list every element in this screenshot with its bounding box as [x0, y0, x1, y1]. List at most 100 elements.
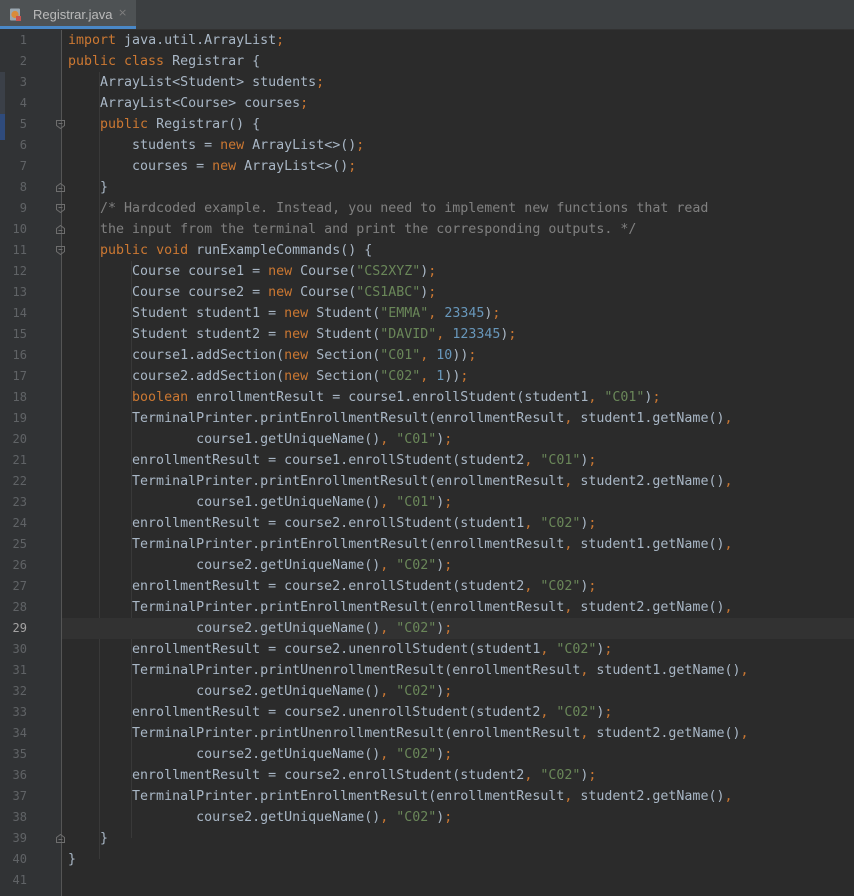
code-line[interactable]: 41: [13, 870, 854, 891]
code-text: Student student2 = new Student("DAVID", …: [68, 324, 516, 345]
code-token: ;: [604, 642, 613, 657]
code-line[interactable]: 8 }: [20, 177, 854, 198]
code-line[interactable]: 24 enrollmentResult = course2.enrollStud…: [13, 513, 854, 534]
code-line[interactable]: 10 the input from the terminal and print…: [13, 219, 854, 240]
code-line[interactable]: 4 ArrayList<Course> courses;: [20, 93, 854, 114]
code-token: ,: [540, 705, 557, 720]
code-editor[interactable]: 1 import java.util.ArrayList; 2 public clas…: [13, 30, 854, 896]
fold-end-icon[interactable]: [56, 183, 65, 192]
line-number: 19: [12, 411, 27, 425]
code-token: "CS1ABC": [356, 285, 421, 300]
line-number: 7: [19, 159, 27, 173]
code-line[interactable]: 7 courses = new ArrayList<>();: [20, 156, 854, 177]
code-line[interactable]: 22 TerminalPrinter.printEnrollmentResult…: [13, 471, 854, 492]
line-number: 38: [12, 810, 27, 824]
code-text: students = new ArrayList<>();: [68, 135, 364, 156]
code-token: ,: [724, 411, 733, 426]
code-line[interactable]: 15 Student student2 = new Student("DAVID…: [13, 324, 854, 345]
code-token: java.util.ArrayList: [116, 33, 277, 48]
code-text: /* Hardcoded example. Instead, you need …: [68, 198, 708, 219]
line-number: 33: [12, 705, 27, 719]
code-token: new: [268, 264, 293, 279]
fold-collapse-icon[interactable]: [56, 246, 65, 255]
tab-registrar-java[interactable]: Registrar.java ×: [0, 0, 136, 29]
code-line[interactable]: 31 TerminalPrinter.printUnenrollmentResu…: [13, 660, 854, 681]
code-line[interactable]: 25 TerminalPrinter.printEnrollmentResult…: [13, 534, 854, 555]
code-line[interactable]: 12 Course course1 = new Course("CS2XYZ")…: [13, 261, 854, 282]
code-token: ;: [428, 285, 437, 300]
line-number: 12: [12, 264, 27, 278]
code-token: course2.getUniqueName(): [68, 747, 381, 762]
code-line[interactable]: 6 students = new ArrayList<>();: [20, 135, 854, 156]
code-token: student2.getName(): [580, 474, 725, 489]
code-line[interactable]: 17 course2.addSection(new Section("C02",…: [13, 366, 854, 387]
code-token: ;: [468, 348, 477, 363]
line-number: 20: [12, 432, 27, 446]
code-text: course2.getUniqueName(), "C02");: [68, 807, 452, 828]
code-text: enrollmentResult = course2.enrollStudent…: [68, 513, 596, 534]
code-token: ArrayList<Student> students: [68, 75, 317, 90]
line-number: 26: [12, 558, 27, 572]
code-line[interactable]: 33 enrollmentResult = course2.unenrollSt…: [13, 702, 854, 723]
line-number: 3: [19, 75, 27, 89]
code-line[interactable]: 18 boolean enrollmentResult = course1.en…: [13, 387, 854, 408]
line-number: 8: [19, 180, 27, 194]
code-token: ;: [444, 558, 453, 573]
code-line[interactable]: 29 course2.getUniqueName(), "C02");: [13, 618, 854, 639]
code-line[interactable]: 36 enrollmentResult = course2.enrollStud…: [13, 765, 854, 786]
code-line[interactable]: 37 TerminalPrinter.printEnrollmentResult…: [13, 786, 854, 807]
code-line[interactable]: 28 TerminalPrinter.printEnrollmentResult…: [13, 597, 854, 618]
code-token: "C02": [396, 810, 437, 825]
code-line[interactable]: 27 enrollmentResult = course2.enrollStud…: [13, 576, 854, 597]
code-token: )): [452, 348, 469, 363]
code-line[interactable]: 16 course1.addSection(new Section("C01",…: [13, 345, 854, 366]
code-line[interactable]: 9 /* Hardcoded example. Instead, you nee…: [20, 198, 854, 219]
code-token: ,: [428, 306, 445, 321]
code-line[interactable]: 34 TerminalPrinter.printUnenrollmentResu…: [13, 723, 854, 744]
code-line[interactable]: 5 public Registrar() {: [20, 114, 854, 135]
code-line[interactable]: 38 course2.getUniqueName(), "C02");: [13, 807, 854, 828]
code-text: enrollmentResult = course2.unenrollStude…: [68, 639, 612, 660]
line-number: 40: [12, 852, 27, 866]
code-line[interactable]: 11 public void runExampleCommands() {: [13, 240, 854, 261]
code-line[interactable]: 19 TerminalPrinter.printEnrollmentResult…: [13, 408, 854, 429]
code-line[interactable]: 23 course1.getUniqueName(), "C01");: [13, 492, 854, 513]
code-line[interactable]: 40}: [13, 849, 854, 870]
code-line[interactable]: 30 enrollmentResult = course2.unenrollSt…: [13, 639, 854, 660]
code-token: student2.getName(): [596, 726, 741, 741]
code-token: course2.addSection(: [68, 369, 285, 384]
code-line[interactable]: 14 Student student1 = new Student("EMMA"…: [13, 303, 854, 324]
close-tab-icon[interactable]: ×: [118, 6, 127, 19]
code-token: ,: [420, 348, 437, 363]
line-number: 17: [12, 369, 27, 383]
fold-end-icon[interactable]: [56, 834, 65, 843]
code-line[interactable]: 1 import java.util.ArrayList;: [20, 30, 854, 51]
code-line[interactable]: 20 course1.getUniqueName(), "C01");: [13, 429, 854, 450]
code-token: ;: [356, 138, 365, 153]
code-line[interactable]: 26 course2.getUniqueName(), "C02");: [13, 555, 854, 576]
line-number: 29: [12, 621, 27, 635]
code-line[interactable]: 39 }: [13, 828, 854, 849]
code-token: Student(: [308, 306, 381, 321]
code-line[interactable]: 32 course2.getUniqueName(), "C02");: [13, 681, 854, 702]
line-number: 16: [12, 348, 27, 362]
code-line[interactable]: 3 ArrayList<Student> students;: [20, 72, 854, 93]
java-file-icon: [10, 8, 21, 21]
fold-collapse-icon[interactable]: [56, 204, 65, 213]
code-line[interactable]: 21 enrollmentResult = course1.enrollStud…: [13, 450, 854, 471]
code-text: course2.getUniqueName(), "C02");: [68, 618, 452, 639]
code-token: ,: [724, 474, 733, 489]
code-token: ArrayList<Course> courses: [68, 96, 301, 111]
code-token: Course(: [292, 264, 357, 279]
fold-collapse-icon[interactable]: [56, 120, 65, 129]
fold-end-icon[interactable]: [56, 225, 65, 234]
code-line[interactable]: 13 Course course2 = new Course("CS1ABC")…: [13, 282, 854, 303]
code-line[interactable]: 35 course2.getUniqueName(), "C02");: [13, 744, 854, 765]
code-token: ;: [444, 810, 453, 825]
code-text: course2.getUniqueName(), "C02");: [68, 681, 452, 702]
code-line[interactable]: 2 public class Registrar {: [20, 51, 854, 72]
code-token: ;: [492, 306, 501, 321]
code-text: TerminalPrinter.printEnrollmentResult(en…: [68, 786, 732, 807]
code-token: "C02": [540, 516, 581, 531]
code-token: "C02": [396, 558, 437, 573]
